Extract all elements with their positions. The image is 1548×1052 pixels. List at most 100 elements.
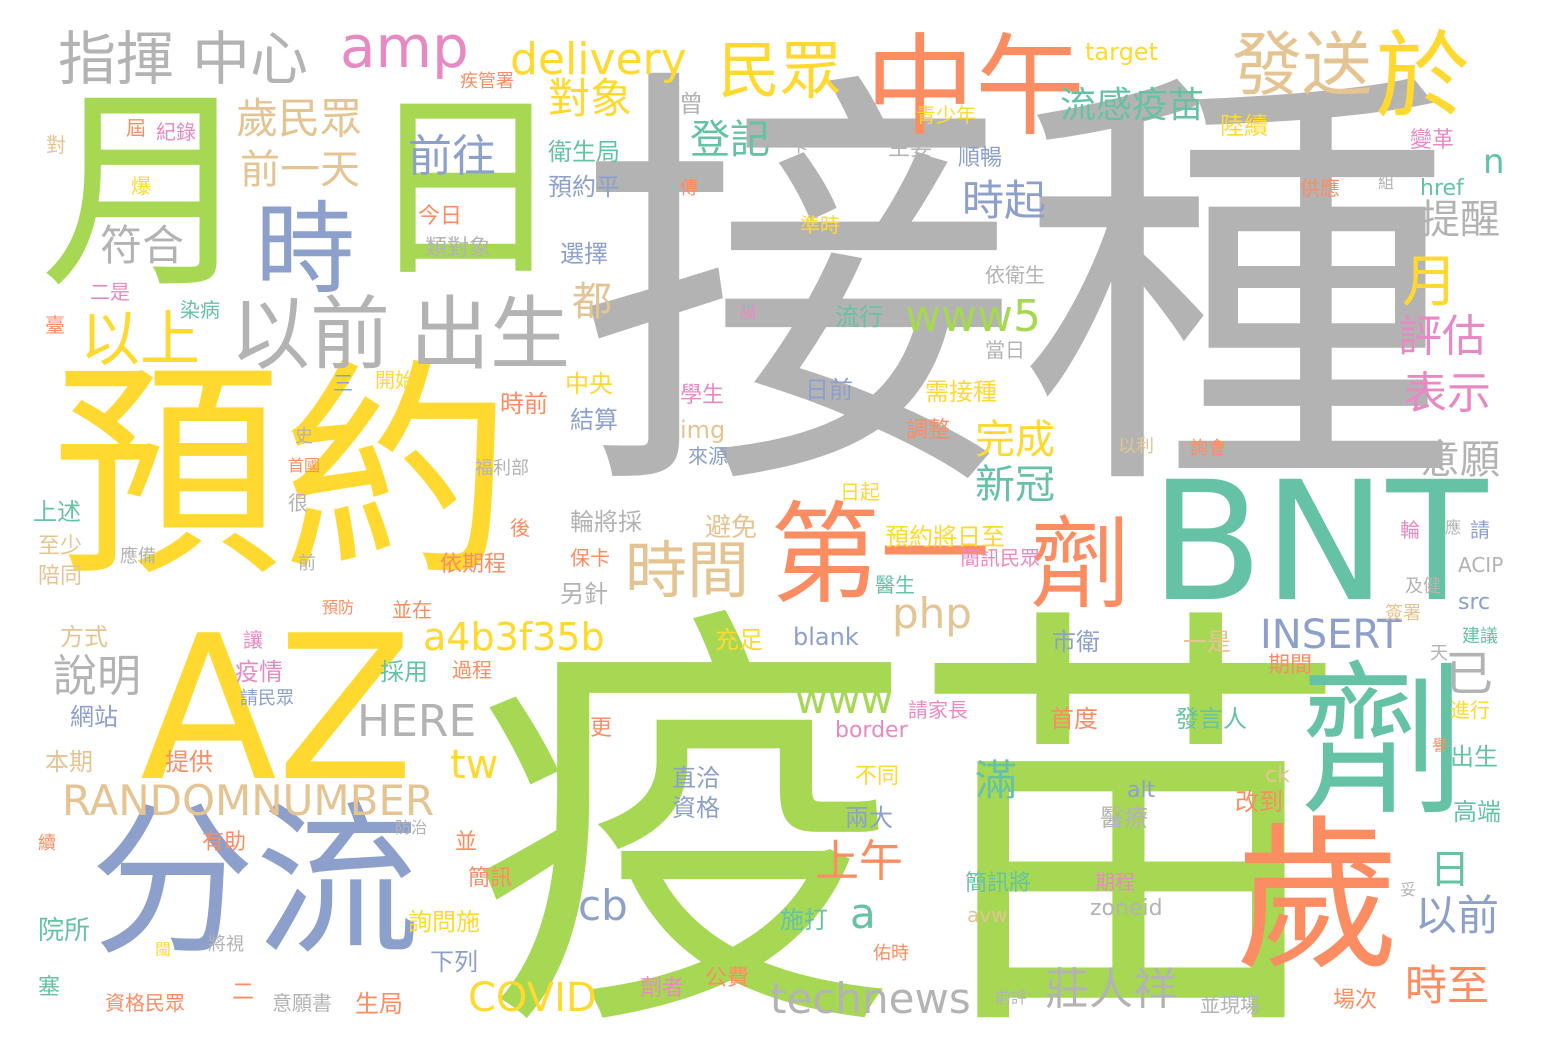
word: 流感疫苗	[1060, 85, 1205, 126]
word: 天	[1430, 643, 1448, 664]
word: php	[892, 589, 972, 638]
word: 避免	[705, 513, 758, 543]
word: COVID	[468, 975, 597, 1021]
word: 妥	[1400, 880, 1417, 899]
word: 高端	[1453, 798, 1501, 826]
word: 網站	[70, 703, 118, 731]
word: 及健	[1405, 576, 1441, 597]
word: 簡訊	[468, 866, 513, 891]
word: 佑時	[873, 943, 909, 964]
word: 首度	[1050, 705, 1098, 733]
word: 指揮	[58, 25, 175, 93]
word: 陪同	[38, 564, 83, 589]
word: 中央	[565, 370, 613, 398]
word: 以利	[1118, 436, 1154, 457]
word: 依期程	[440, 552, 507, 577]
word: 劑者	[640, 976, 685, 1001]
word: target	[1085, 38, 1158, 66]
word: 醫生	[875, 573, 915, 597]
word: 閩	[155, 940, 172, 959]
word: avw	[967, 903, 1008, 927]
word: 臺	[45, 313, 65, 337]
word: 隔	[740, 303, 757, 322]
word: 市衛	[1052, 628, 1100, 656]
word: 前	[298, 553, 316, 574]
word: 預防	[322, 598, 355, 617]
word: alt	[1127, 778, 1156, 803]
word: 並現場	[1200, 993, 1260, 1017]
word: 順暢	[958, 146, 1003, 171]
word: 上述	[33, 498, 81, 526]
word: 醫療	[1100, 804, 1148, 832]
word: 另針	[560, 580, 608, 608]
word: 今日	[418, 204, 463, 229]
word: 下列	[430, 948, 478, 976]
word: 時至	[1405, 961, 1490, 1010]
word: 評估	[1398, 311, 1486, 362]
word: 爆	[131, 174, 151, 198]
word: 傳	[680, 178, 698, 199]
word: 提供	[165, 748, 213, 776]
word: 屆	[126, 116, 146, 140]
word: 完成	[975, 417, 1055, 463]
word: 卡	[790, 136, 808, 157]
word: 應	[1445, 518, 1462, 537]
word: 有助	[202, 830, 247, 855]
word: www	[795, 677, 894, 723]
word: 登記	[690, 117, 770, 163]
word: 中心	[192, 25, 309, 93]
word: 衛生局	[548, 138, 620, 166]
word: 續	[38, 833, 56, 854]
word: 進行	[1450, 698, 1490, 722]
word: 並	[455, 830, 478, 855]
word: 陸續	[1220, 112, 1268, 140]
word: 開始	[375, 368, 415, 392]
word: 發送	[1232, 24, 1372, 106]
word: 期程	[1095, 870, 1135, 894]
word: 滿	[975, 756, 1018, 805]
word: 簽署	[1385, 603, 1421, 624]
word: 方式	[60, 623, 108, 651]
word: 出生	[1450, 743, 1498, 771]
word: 三	[333, 371, 353, 395]
word: 以前	[1415, 891, 1500, 940]
word: 預約平	[548, 173, 620, 201]
word: BNT	[1150, 446, 1488, 638]
word: img	[680, 416, 726, 444]
word: 對象	[548, 74, 633, 123]
word: 院所	[38, 916, 91, 946]
word: 日	[1430, 847, 1470, 893]
word: 應備	[120, 546, 156, 567]
word: 日前	[805, 376, 853, 404]
word: 簡訊將	[965, 871, 1032, 896]
word: 二	[232, 980, 255, 1005]
word: 不同	[855, 764, 900, 789]
word: 至少	[38, 534, 83, 559]
word: 都	[572, 279, 612, 325]
word: 採用	[380, 658, 428, 686]
word: 莊人祥	[1045, 964, 1177, 1015]
word: 依衛生	[985, 263, 1045, 287]
word: 場次	[1333, 988, 1378, 1013]
word: 出生	[410, 288, 570, 381]
word: technews	[770, 974, 971, 1023]
word: 說明	[53, 651, 141, 702]
word: 時前	[500, 390, 548, 418]
word: 請家長	[908, 698, 968, 722]
word: 施打	[780, 906, 828, 934]
word: 民眾	[718, 34, 843, 107]
word: 類對象	[425, 236, 492, 261]
word: 期間	[1268, 653, 1313, 678]
word: 準時	[800, 213, 840, 237]
word: 染病	[180, 298, 220, 322]
word: 本期	[45, 748, 93, 776]
word: 將視	[208, 934, 244, 955]
word: 於	[1375, 22, 1471, 132]
word: 疫情	[235, 658, 283, 686]
word: 發言人	[1175, 705, 1247, 733]
word: a4b3f35b	[423, 615, 605, 659]
word: 資格民眾	[105, 991, 185, 1015]
word: 疾管署	[460, 71, 514, 92]
word: 詢問施	[408, 908, 480, 936]
word: ck	[1265, 763, 1290, 788]
